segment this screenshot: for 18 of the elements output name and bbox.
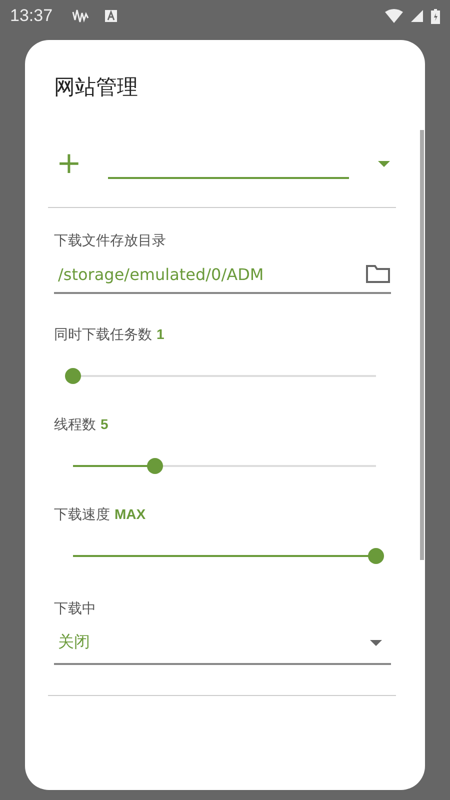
keyboard-icon (104, 10, 117, 22)
wifi-icon (385, 9, 403, 23)
directory-field[interactable]: /storage/emulated/0/ADM (54, 250, 391, 294)
activity-icon (70, 8, 91, 24)
dropdown-arrow-icon[interactable] (377, 160, 391, 168)
slider-label: 同时下载任务数 1 (54, 326, 166, 344)
battery-icon (431, 8, 440, 24)
slider-label: 下载速度 MAX (54, 506, 147, 524)
downloading-dropdown[interactable]: 关闭 (54, 618, 391, 665)
field-label: 下载文件存放目录 (54, 232, 167, 250)
signal-icon (411, 10, 423, 22)
dialog-title: 网站管理 (54, 74, 139, 101)
status-time: 13:37 (10, 6, 53, 26)
dropdown-arrow-icon[interactable] (369, 638, 383, 646)
slider-label: 线程数 5 (54, 416, 110, 434)
field-label: 下载中 (54, 600, 97, 618)
folder-icon[interactable] (365, 264, 391, 284)
add-button[interactable]: + (54, 149, 84, 179)
